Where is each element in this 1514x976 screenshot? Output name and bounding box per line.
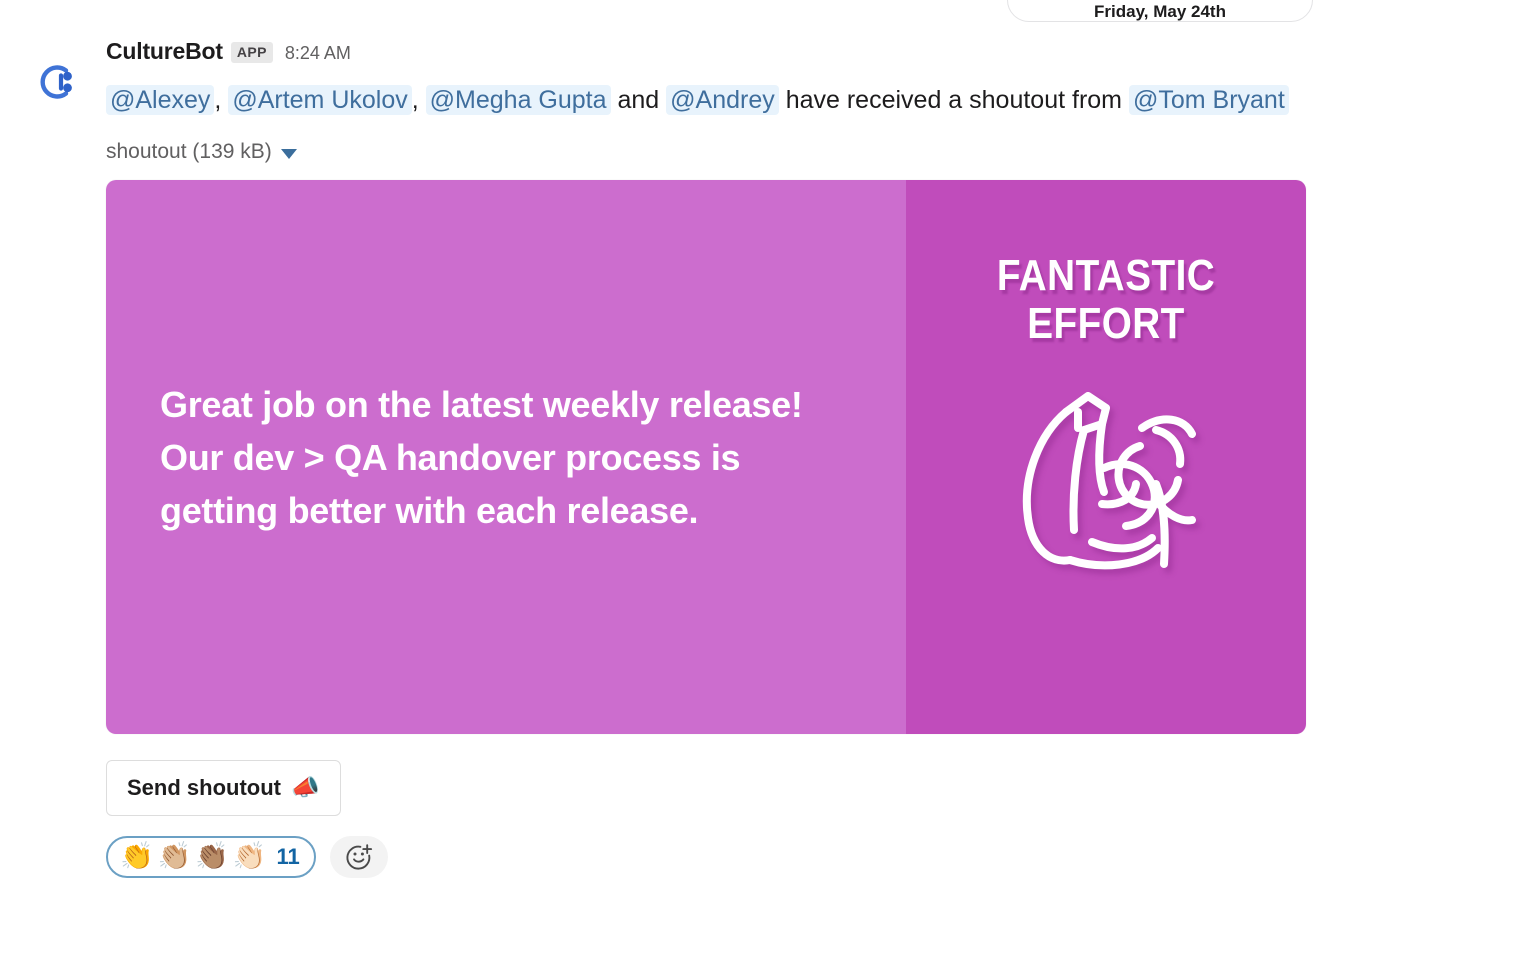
culturebot-logo-icon bbox=[40, 65, 72, 99]
reactions-row: 👏 👏🏼 👏🏽 👏🏻 11 bbox=[106, 836, 1396, 878]
shoutout-card-badge-panel: FANTASTIC EFFORT bbox=[906, 180, 1306, 734]
text-and: and bbox=[617, 86, 660, 114]
shoutout-card-message-panel: Great job on the latest weekly release! … bbox=[106, 180, 906, 734]
date-divider-pill[interactable]: Friday, May 24th bbox=[1007, 0, 1313, 22]
sender-name[interactable]: CultureBot bbox=[106, 38, 223, 65]
send-shoutout-label: Send shoutout bbox=[127, 774, 281, 800]
attachment-row[interactable]: shoutout (139 kB) bbox=[106, 140, 1396, 164]
add-reaction-icon bbox=[346, 844, 372, 870]
slack-message-screen: Friday, May 24th CultureBot APP 8:24 AM … bbox=[0, 0, 1514, 976]
shoutout-message-text: Great job on the latest weekly release! … bbox=[160, 383, 803, 531]
add-reaction-button[interactable] bbox=[329, 836, 388, 878]
clap-icon-3: 👏🏽 bbox=[195, 841, 229, 871]
mention-megha-gupta[interactable]: @Megha Gupta bbox=[425, 85, 611, 115]
shoutout-title: FANTASTIC EFFORT bbox=[996, 251, 1216, 348]
message-body: CultureBot APP 8:24 AM @Alexey, @Artem U… bbox=[106, 38, 1396, 878]
mention-artem-ukolov[interactable]: @Artem Ukolov bbox=[228, 85, 412, 115]
reaction-pill-clap[interactable]: 👏 👏🏼 👏🏽 👏🏻 11 bbox=[106, 836, 316, 878]
message-actions: Send shoutout 📣 👏 👏🏼 👏🏽 👏🏻 11 bbox=[106, 760, 1396, 878]
avatar[interactable] bbox=[36, 60, 80, 104]
attachment-label: shoutout (139 kB) bbox=[106, 140, 272, 163]
shoutout-card[interactable]: Great job on the latest weekly release! … bbox=[106, 180, 1306, 734]
message-header: CultureBot APP 8:24 AM bbox=[106, 38, 1396, 68]
clap-icon-1: 👏 bbox=[120, 841, 154, 871]
clap-icon-4: 👏🏻 bbox=[232, 841, 267, 871]
mention-tom-bryant[interactable]: @Tom Bryant bbox=[1128, 85, 1289, 115]
mention-alexey[interactable]: @Alexey bbox=[106, 85, 215, 115]
megaphone-icon: 📣 bbox=[290, 774, 320, 800]
app-badge: APP bbox=[230, 42, 273, 63]
reaction-count: 11 bbox=[276, 843, 300, 869]
mention-andrey[interactable]: @Andrey bbox=[666, 85, 779, 115]
message-timestamp[interactable]: 8:24 AM bbox=[285, 43, 351, 64]
date-divider-label: Friday, May 24th bbox=[1094, 2, 1226, 21]
message-text: @Alexey, @Artem Ukolov, @Megha Gupta and… bbox=[106, 78, 1296, 122]
send-shoutout-button[interactable]: Send shoutout 📣 bbox=[106, 760, 341, 816]
text-separator-2: , bbox=[411, 86, 419, 114]
clap-icon-2: 👏🏼 bbox=[157, 841, 192, 871]
text-received-shoutout: have received a shoutout from bbox=[785, 86, 1123, 114]
text-separator-1: , bbox=[214, 86, 222, 114]
flexed-bicep-icon bbox=[1006, 372, 1206, 587]
chevron-down-icon[interactable] bbox=[280, 149, 297, 159]
